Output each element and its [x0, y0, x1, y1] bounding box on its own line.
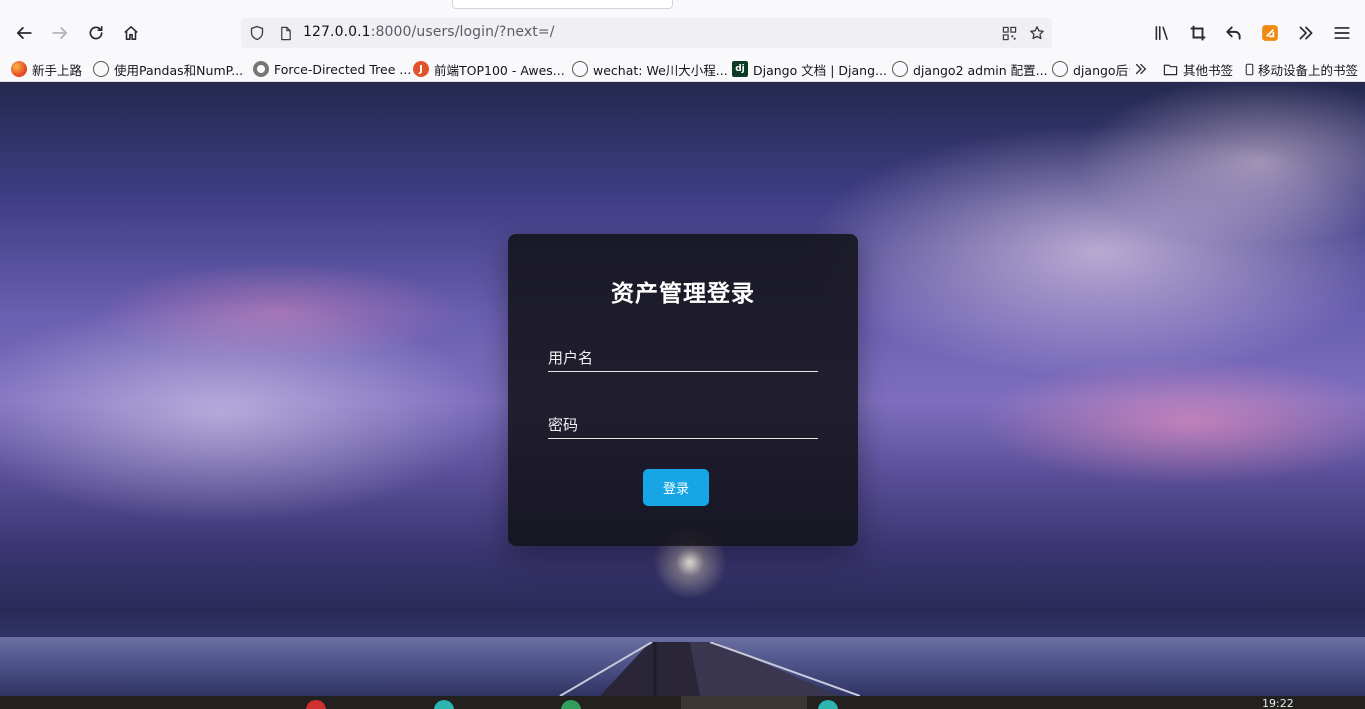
bookmark-star-icon[interactable]: [1028, 24, 1046, 42]
pier-image: [559, 642, 860, 696]
taskbar-app-icon[interactable]: [434, 700, 454, 709]
bookmark-label: 前端TOP100 - Awes...: [434, 62, 565, 78]
url-path: :8000/users/login/?next=/: [370, 24, 555, 40]
bookmark-item[interactable]: django2 admin 配置...: [892, 59, 1048, 79]
login-title: 资产管理登录: [611, 281, 755, 307]
chevrons-right-icon: [1135, 63, 1147, 75]
password-input[interactable]: [548, 411, 818, 438]
bookmark-item[interactable]: 使用Pandas和NumP...: [93, 59, 243, 79]
bookmark-item[interactable]: 新手上路: [11, 59, 82, 79]
bookmark-label: wechat: We川大小程...: [593, 62, 728, 78]
bookmark-label: Force-Directed Tree ...: [274, 61, 412, 77]
bookmarks-bar: 新手上路 使用Pandas和NumP... Force-Directed Tre…: [0, 56, 1365, 82]
django-logo-icon: dj: [732, 61, 748, 77]
url-text[interactable]: 127.0.0.1:8000/users/login/?next=/: [303, 24, 555, 40]
taskbar-app-icon[interactable]: [306, 700, 326, 709]
globe-icon: [93, 61, 109, 77]
taskbar-app-icon[interactable]: [818, 700, 838, 709]
bookmark-label: 新手上路: [32, 62, 83, 78]
taskbar-clock: 19:22: [1262, 697, 1294, 709]
url-host: 127.0.0.1: [303, 24, 371, 40]
reload-icon[interactable]: [85, 22, 107, 44]
observable-logo-icon: [253, 61, 269, 77]
site-logo-icon: J: [413, 61, 429, 77]
address-bar[interactable]: 127.0.0.1:8000/users/login/?next=/: [241, 18, 1052, 48]
bookmark-item[interactable]: dj Django 文档 | Djang...: [732, 59, 887, 79]
back-arrow-icon[interactable]: [13, 22, 35, 44]
bookmark-label: django2 admin 配置...: [913, 62, 1048, 78]
bookmark-label: 使用Pandas和NumP...: [114, 62, 244, 78]
other-bookmarks-folder[interactable]: 其他书签: [1163, 59, 1233, 79]
username-input[interactable]: [548, 344, 818, 371]
hamburger-menu-icon[interactable]: [1331, 22, 1353, 44]
login-card: 资产管理登录 登录: [508, 234, 858, 546]
firefox-logo-icon: [11, 61, 27, 77]
username-field-wrapper: [548, 344, 818, 372]
bookmark-label: django后台: [1073, 62, 1130, 78]
bookmark-item[interactable]: django后台: [1052, 59, 1130, 79]
taskbar-active-app[interactable]: [681, 696, 807, 709]
overflow-chevrons-icon[interactable]: [1295, 22, 1317, 44]
globe-icon: [1052, 61, 1068, 77]
password-field-wrapper: [548, 411, 818, 439]
mobile-bookmarks-label: 移动设备上的书签: [1258, 62, 1359, 78]
login-button[interactable]: 登录: [643, 469, 709, 506]
bookmark-label: Django 文档 | Djang...: [753, 62, 887, 78]
active-tab[interactable]: [452, 0, 673, 9]
login-page: 资产管理登录 登录: [0, 82, 1365, 696]
page-icon[interactable]: [276, 24, 294, 42]
library-icon[interactable]: [1151, 22, 1173, 44]
qr-code-icon[interactable]: [1000, 24, 1018, 42]
globe-icon: [572, 61, 588, 77]
mobile-bookmarks-folder[interactable]: 移动设备上的书签: [1243, 59, 1358, 79]
folder-icon: [1163, 64, 1178, 75]
browser-toolbar: 127.0.0.1:8000/users/login/?next=/: [0, 0, 1365, 56]
screenshot-crop-icon[interactable]: [1187, 22, 1209, 44]
other-bookmarks-label: 其他书签: [1183, 62, 1234, 78]
home-icon[interactable]: [120, 22, 142, 44]
bookmarks-overflow-button[interactable]: [1134, 59, 1148, 79]
globe-icon: [892, 61, 908, 77]
mobile-device-icon: [1245, 63, 1254, 75]
taskbar-app-icon[interactable]: [561, 700, 581, 709]
bookmark-item[interactable]: J 前端TOP100 - Awes...: [413, 59, 565, 79]
extension-icon[interactable]: [1259, 22, 1281, 44]
bookmark-item[interactable]: wechat: We川大小程...: [572, 59, 728, 79]
forward-arrow-icon[interactable]: [49, 22, 71, 44]
os-taskbar: 19:22: [0, 696, 1365, 709]
shield-icon[interactable]: [248, 24, 266, 42]
undo-arrow-icon[interactable]: [1223, 22, 1245, 44]
bookmark-item[interactable]: Force-Directed Tree ...: [253, 59, 411, 79]
